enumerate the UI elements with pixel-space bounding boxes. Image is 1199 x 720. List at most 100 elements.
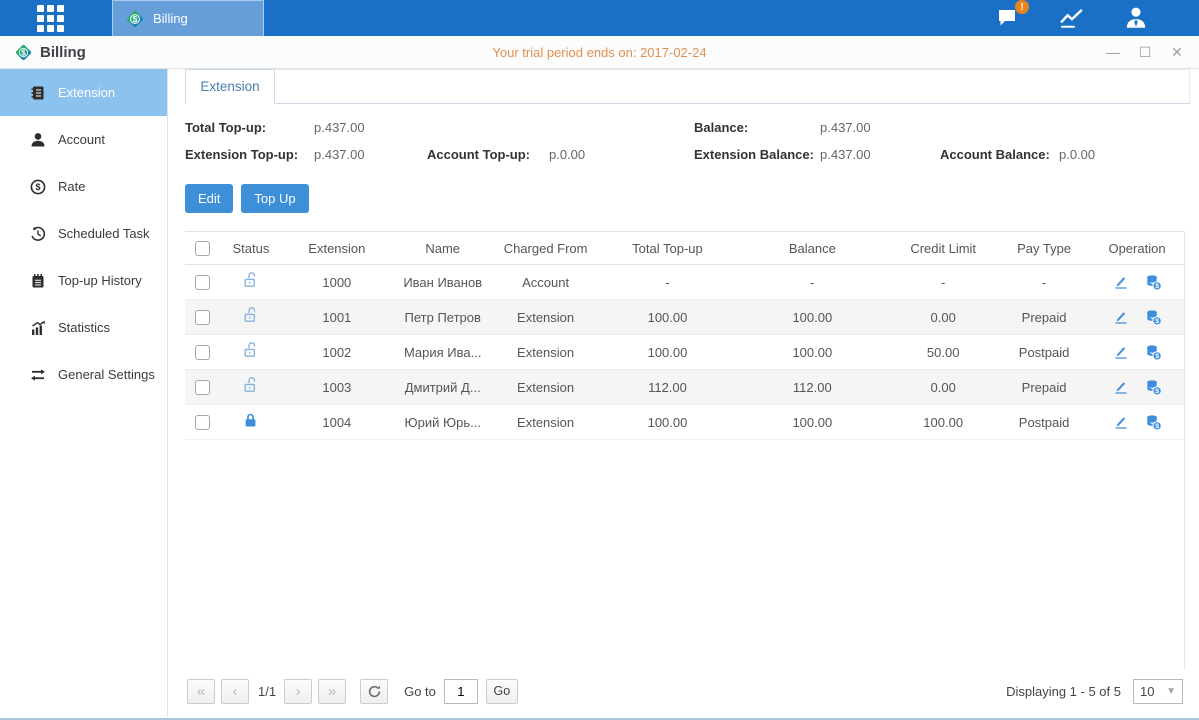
sidebar-item-scheduled-task[interactable]: Scheduled Task	[0, 210, 167, 257]
edit-pencil-icon[interactable]	[1113, 274, 1129, 290]
goto-page-input[interactable]	[444, 679, 478, 704]
account-top-up-value: p.0.00	[549, 147, 694, 162]
page-size-select[interactable]: 10 ▼	[1133, 679, 1183, 704]
column-header-extension[interactable]: Extension	[281, 232, 393, 265]
grid-empty-space	[185, 440, 1184, 670]
column-header-name[interactable]: Name	[393, 232, 493, 265]
billing-window: $ Billing !	[0, 0, 1199, 720]
sidebar-item-top-up-history[interactable]: Top-up History	[0, 257, 167, 304]
sidebar-item-statistics[interactable]: Statistics	[0, 304, 167, 351]
toolbar: Edit Top Up	[185, 184, 1185, 213]
notepad-icon	[30, 273, 46, 289]
extension-table: Status Extension Name Charged From Total…	[185, 231, 1184, 440]
locked-padlock-icon	[242, 412, 259, 429]
sidebar: Extension Account $ Rate Scheduled Task	[0, 69, 168, 716]
pay-type-cell: Postpaid	[998, 335, 1090, 370]
credit-limit-cell: 100.00	[888, 405, 998, 440]
column-header-charged-from[interactable]: Charged From	[493, 232, 599, 265]
status-cell	[221, 300, 281, 335]
sidebar-item-rate[interactable]: $ Rate	[0, 163, 167, 210]
edit-pencil-icon[interactable]	[1113, 379, 1129, 395]
top-up-coins-icon[interactable]: $	[1145, 379, 1162, 396]
goto-label: Go to	[404, 684, 436, 699]
column-header-pay-type[interactable]: Pay Type	[998, 232, 1090, 265]
table-row: 1003 Дмитрий Д... Extension 112.00 112.0…	[185, 370, 1184, 405]
total-top-up-cell: -	[599, 265, 737, 300]
extension-top-up-value: p.437.00	[314, 147, 427, 162]
top-up-coins-icon[interactable]: $	[1145, 309, 1162, 326]
name-cell: Юрий Юрь...	[393, 405, 493, 440]
extension-balance-label: Extension Balance:	[694, 147, 820, 162]
column-header-operation[interactable]: Operation	[1090, 232, 1184, 265]
sidebar-item-label: Account	[58, 132, 105, 147]
unlocked-padlock-icon	[242, 307, 259, 324]
bar-chart-arrow-icon	[30, 320, 46, 336]
edit-button[interactable]: Edit	[185, 184, 233, 213]
select-all-checkbox[interactable]	[195, 241, 210, 256]
double-chevron-left-icon: «	[197, 683, 205, 700]
edit-pencil-icon[interactable]	[1113, 344, 1129, 360]
tab-extension[interactable]: Extension	[185, 69, 275, 104]
app-launcher-button[interactable]	[14, 0, 86, 36]
chevron-right-icon: ›	[296, 683, 301, 700]
billing-app-tab[interactable]: $ Billing	[112, 0, 264, 36]
pay-type-cell: -	[998, 265, 1090, 300]
refresh-button[interactable]	[360, 679, 388, 704]
close-icon[interactable]: ✕	[1169, 44, 1185, 60]
svg-text:$: $	[1155, 283, 1159, 290]
row-checkbox[interactable]	[195, 345, 210, 360]
status-cell	[221, 335, 281, 370]
extension-balance-value: p.437.00	[820, 147, 940, 162]
minimize-icon[interactable]: —	[1105, 44, 1121, 60]
tab-extension-label: Extension	[200, 79, 259, 94]
top-bar: $ Billing !	[0, 0, 1199, 36]
column-header-credit-limit[interactable]: Credit Limit	[888, 232, 998, 265]
select-all-cell	[185, 232, 221, 265]
last-page-button[interactable]: »	[318, 679, 346, 704]
balance-cell: 100.00	[736, 300, 888, 335]
balance-summary: Total Top-up: p.437.00 Balance: p.437.00…	[185, 104, 1185, 170]
svg-text:$: $	[1155, 353, 1159, 360]
account-balance-value: p.0.00	[1059, 147, 1185, 162]
page-title: Billing	[40, 44, 86, 61]
top-up-button[interactable]: Top Up	[241, 184, 308, 213]
name-cell: Иван Иванов	[393, 265, 493, 300]
row-checkbox[interactable]	[195, 415, 210, 430]
notifications-button[interactable]: !	[993, 5, 1023, 31]
top-up-coins-icon[interactable]: $	[1145, 274, 1162, 291]
sidebar-item-account[interactable]: Account	[0, 116, 167, 163]
balance-value: p.437.00	[820, 120, 940, 135]
sidebar-item-label: General Settings	[58, 367, 155, 382]
credit-limit-cell: -	[888, 265, 998, 300]
sidebar-item-extension[interactable]: Extension	[0, 69, 167, 116]
row-checkbox[interactable]	[195, 310, 210, 325]
extension-grid: Status Extension Name Charged From Total…	[185, 231, 1185, 670]
row-checkbox[interactable]	[195, 380, 210, 395]
resource-monitor-button[interactable]	[1057, 5, 1087, 31]
top-up-coins-icon[interactable]: $	[1145, 414, 1162, 431]
billing-diamond-icon: $	[125, 9, 145, 29]
top-up-coins-icon[interactable]: $	[1145, 344, 1162, 361]
dollar-circle-icon: $	[30, 179, 46, 195]
column-header-balance[interactable]: Balance	[736, 232, 888, 265]
go-button[interactable]: Go	[486, 679, 518, 704]
user-account-button[interactable]	[1121, 5, 1151, 31]
previous-page-button[interactable]: ‹	[221, 679, 249, 704]
row-checkbox[interactable]	[195, 275, 210, 290]
next-page-button[interactable]: ›	[284, 679, 312, 704]
credit-limit-cell: 50.00	[888, 335, 998, 370]
sidebar-item-general-settings[interactable]: General Settings	[0, 351, 167, 398]
total-top-up-label: Total Top-up:	[185, 120, 314, 135]
tab-strip-spacer	[275, 69, 1190, 103]
column-header-total-top-up[interactable]: Total Top-up	[599, 232, 737, 265]
table-row: 1000 Иван Иванов Account - - - - $	[185, 265, 1184, 300]
page-indicator: 1/1	[258, 684, 276, 699]
edit-pencil-icon[interactable]	[1113, 414, 1129, 430]
edit-pencil-icon[interactable]	[1113, 309, 1129, 325]
extension-cell: 1002	[281, 335, 393, 370]
first-page-button[interactable]: «	[187, 679, 215, 704]
maximize-icon[interactable]: ☐	[1137, 44, 1153, 60]
column-header-status[interactable]: Status	[221, 232, 281, 265]
billing-diamond-icon: $	[14, 43, 33, 62]
history-clock-icon	[30, 226, 46, 242]
